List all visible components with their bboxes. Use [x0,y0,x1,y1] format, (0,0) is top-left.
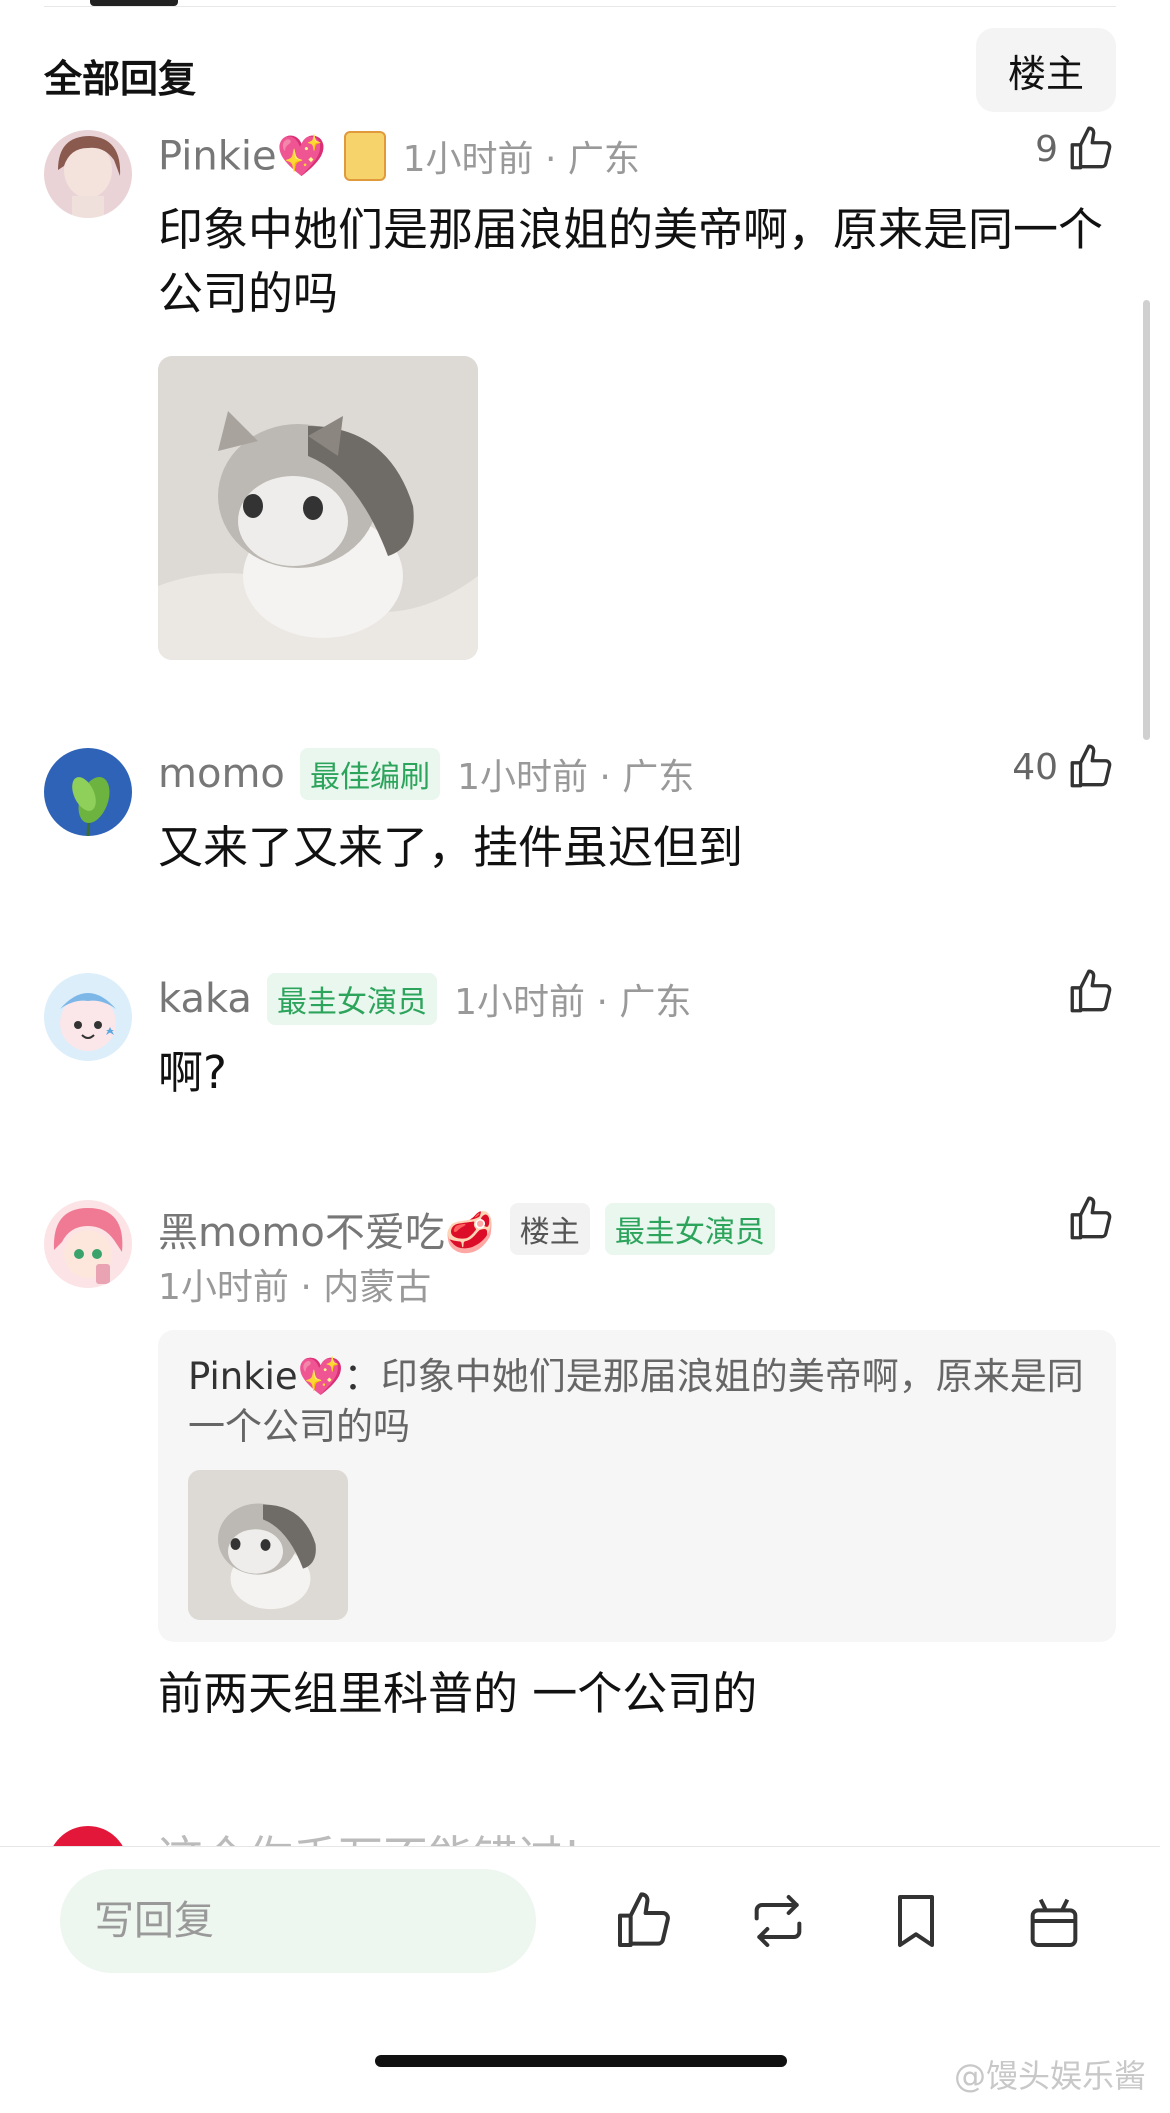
avatar[interactable] [48,1826,128,1846]
reply-input[interactable] [60,1869,536,1973]
top-divider [44,0,1116,7]
repost-button[interactable] [746,1889,810,1953]
like-button[interactable]: 40 [1012,742,1116,792]
replies-header: 全部回复 楼主 [44,28,1116,112]
username[interactable]: 黑momo不爱吃🥩 [158,1210,495,1256]
avatar[interactable] [44,748,132,836]
all-replies-title: 全部回复 [44,57,197,101]
avatar[interactable] [44,973,132,1061]
comment-text: 又来了又来了，挂件虽迟但到 [158,821,744,874]
home-indicator [375,2055,787,2067]
owner-only-filter-button[interactable]: 楼主 [976,28,1116,112]
title-badge: 最圭女演员 [604,1203,775,1255]
username[interactable]: Pinkie💖 [158,134,326,180]
thumbs-up-icon [1070,969,1112,1013]
like-count: 9 [1035,128,1058,170]
avatar[interactable] [44,130,132,218]
comment-text: 印象中她们是那届浪姐的美帝啊，原来是同一个公司的吗 [158,203,1104,320]
active-tab-indicator [90,0,178,6]
title-badge: 最佳编刷 [299,748,440,800]
repost-icon [754,1895,802,1947]
like-button[interactable]: 9 [1035,124,1116,174]
comment-time: 1小时前 · 内蒙古 [158,1267,432,1308]
bookmark-icon [898,1895,934,1947]
bottom-action-bar: @馒头娱乐酱 [0,1846,1160,2113]
thumbs-up-icon [1070,1196,1112,1240]
gift-button[interactable] [1022,1889,1086,1953]
quoted-kitten-image[interactable] [188,1470,348,1620]
comment-text: 啊? [158,1046,227,1099]
username[interactable]: momo [158,751,285,797]
comment-time: 1小时前 · 广东 [457,757,695,798]
comment-text: 前两天组里科普的 一个公司的 [158,1667,758,1720]
comment-time: 1小时前 · 广东 [454,982,692,1023]
like-post-button[interactable] [612,1889,676,1953]
comment-time: 1小时前 · 广东 [402,139,640,180]
thumbs-up-icon [1070,126,1112,170]
owner-badge: 楼主 [509,1203,590,1255]
title-badge: 最圭女演员 [267,973,438,1025]
bookmark-button[interactable] [884,1889,948,1953]
like-button[interactable] [1058,1194,1116,1244]
watermark: @馒头娱乐酱 [953,2057,1146,2095]
gift-icon [1030,1898,1078,1947]
fan-badge-icon [343,131,386,181]
username[interactable]: kaka [158,976,252,1022]
avatar[interactable] [44,1200,132,1288]
quoted-comment[interactable]: Pinkie💖：印象中她们是那届浪姐的美帝啊，原来是同一个公司的吗 [158,1330,1116,1642]
next-comment-peek: 这个你千万不能错过! [44,1826,1116,1846]
kitten-image[interactable] [158,356,478,660]
thumbs-up-icon [1070,744,1112,788]
like-button[interactable] [1058,967,1116,1017]
comment-text: 这个你千万不能错过! [158,1826,581,1846]
quote-content: Pinkie💖：印象中她们是那届浪姐的美帝啊，原来是同一个公司的吗 [188,1352,1086,1452]
thumbs-up-icon [618,1892,670,1947]
quote-author: Pinkie💖： [188,1355,381,1398]
scrollbar[interactable] [1143,300,1150,740]
like-count: 40 [1012,746,1058,788]
